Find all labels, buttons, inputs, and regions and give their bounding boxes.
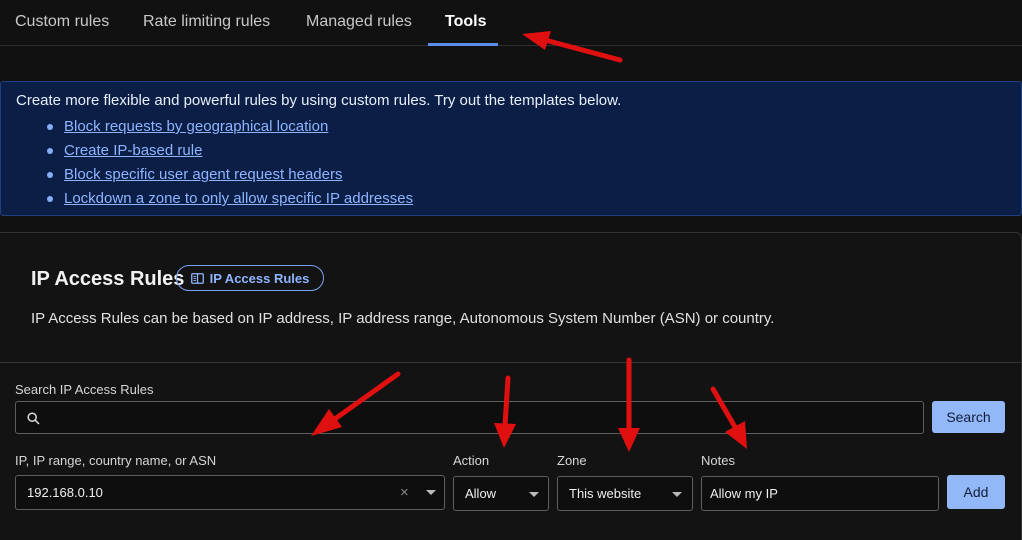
template-link-lockdown[interactable]: Lockdown a zone to only allow specific I… xyxy=(64,190,413,207)
clear-icon[interactable]: × xyxy=(400,476,409,509)
zone-select[interactable]: This website xyxy=(557,476,693,511)
search-input[interactable] xyxy=(48,402,908,433)
list-item: Block specific user agent request header… xyxy=(47,164,413,188)
template-links-list: Block requests by geographical location … xyxy=(47,116,413,212)
template-link-user-agent[interactable]: Block specific user agent request header… xyxy=(64,166,343,183)
list-item: Create IP-based rule xyxy=(47,140,413,164)
template-link-ip-rule[interactable]: Create IP-based rule xyxy=(64,142,202,159)
action-select[interactable]: Allow xyxy=(453,476,549,511)
action-value: Allow xyxy=(465,486,497,501)
ip-value: 192.168.0.10 xyxy=(27,485,103,500)
search-button[interactable]: Search xyxy=(932,401,1005,433)
active-tab-indicator xyxy=(428,43,498,46)
notes-field[interactable] xyxy=(701,476,939,511)
tab-managed-rules[interactable]: Managed rules xyxy=(306,0,412,46)
template-link-geo[interactable]: Block requests by geographical location xyxy=(64,118,328,135)
zone-label: Zone xyxy=(557,453,587,468)
chevron-down-icon xyxy=(672,492,682,497)
ip-combobox[interactable]: 192.168.0.10 × xyxy=(15,475,445,510)
page-title: IP Access Rules xyxy=(31,268,185,290)
book-icon xyxy=(190,272,204,284)
list-item: Lockdown a zone to only allow specific I… xyxy=(47,188,413,212)
info-text: Create more flexible and powerful rules … xyxy=(16,92,622,109)
action-label: Action xyxy=(453,453,490,468)
tab-bar: Custom rules Rate limiting rules Managed… xyxy=(0,0,1022,46)
tab-rate-limiting-rules[interactable]: Rate limiting rules xyxy=(143,0,270,46)
tab-tools[interactable]: Tools xyxy=(445,0,486,46)
divider xyxy=(0,362,1022,363)
ip-access-description: IP Access Rules can be based on IP addre… xyxy=(31,310,775,327)
tab-custom-rules[interactable]: Custom rules xyxy=(15,0,109,46)
templates-info-box: Create more flexible and powerful rules … xyxy=(0,81,1022,216)
add-button[interactable]: Add xyxy=(947,475,1005,509)
ip-label: IP, IP range, country name, or ASN xyxy=(15,453,217,468)
zone-value: This website xyxy=(569,486,642,501)
search-icon xyxy=(27,412,40,425)
notes-label: Notes xyxy=(701,453,735,468)
notes-input[interactable] xyxy=(702,477,938,510)
chevron-down-icon[interactable] xyxy=(426,490,436,495)
search-label: Search IP Access Rules xyxy=(15,382,154,397)
list-item: Block requests by geographical location xyxy=(47,116,413,140)
docs-link-label: IP Access Rules xyxy=(209,270,310,286)
search-field[interactable] xyxy=(15,401,924,434)
chevron-down-icon xyxy=(529,492,539,497)
docs-link-button[interactable]: IP Access Rules xyxy=(176,265,324,291)
